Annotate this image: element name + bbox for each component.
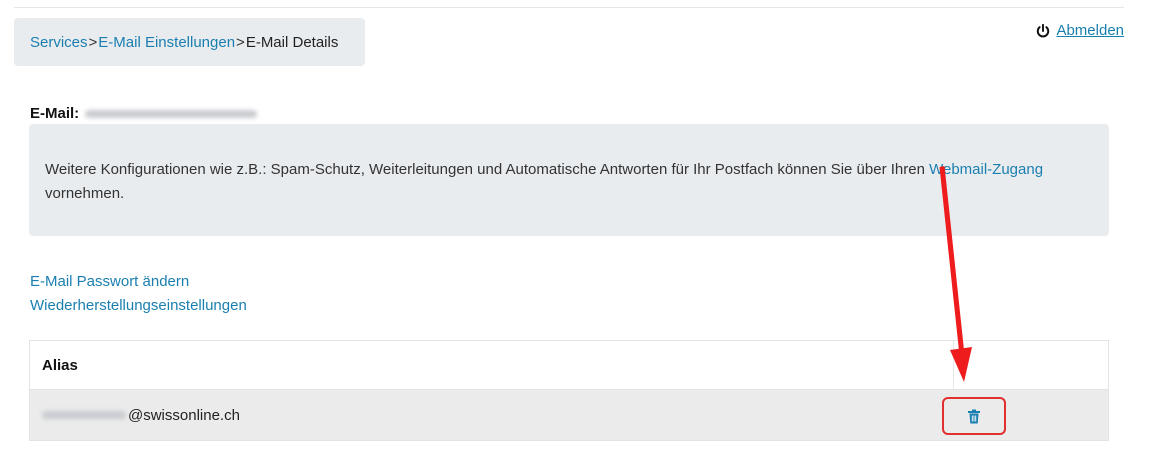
alias-domain: @swissonline.ch (128, 406, 240, 424)
email-address-redacted (85, 109, 258, 118)
change-password-link[interactable]: E-Mail Passwort ändern (30, 270, 247, 294)
info-text: Weitere Konfigurationen wie z.B.: Spam-S… (45, 161, 930, 178)
breadcrumb: Services > E-Mail Einstellungen > E-Mail… (14, 18, 365, 66)
breadcrumb-separator: > (236, 33, 245, 51)
info-box: Weitere Konfigurationen wie z.B.: Spam-S… (29, 124, 1109, 236)
info-suffix: vornehmen. (45, 185, 125, 202)
breadcrumb-current: E-Mail Details (245, 33, 339, 51)
breadcrumb-services[interactable]: Services (30, 34, 88, 51)
delete-alias-button[interactable] (942, 397, 1006, 435)
logout-link[interactable]: Abmelden (1036, 22, 1124, 39)
alias-name-redacted (42, 411, 126, 419)
logout-label: Abmelden (1056, 22, 1124, 39)
trash-icon (968, 409, 980, 423)
email-row: E-Mail: (30, 105, 258, 122)
top-divider (14, 7, 1124, 8)
recovery-settings-link[interactable]: Wiederherstellungseinstellungen (30, 294, 247, 318)
power-icon (1037, 23, 1050, 37)
webmail-link[interactable]: Webmail-Zugang (929, 161, 1043, 178)
breadcrumb-separator: > (88, 33, 98, 51)
alias-header: Alias (30, 341, 1108, 390)
settings-links: E-Mail Passwort ändern Wiederherstellung… (30, 270, 247, 318)
alias-table: Alias @swissonline.ch (29, 340, 1109, 441)
table-row: @swissonline.ch (30, 390, 1108, 440)
breadcrumb-email-settings[interactable]: E-Mail Einstellungen (98, 34, 235, 51)
email-label: E-Mail: (30, 105, 80, 122)
